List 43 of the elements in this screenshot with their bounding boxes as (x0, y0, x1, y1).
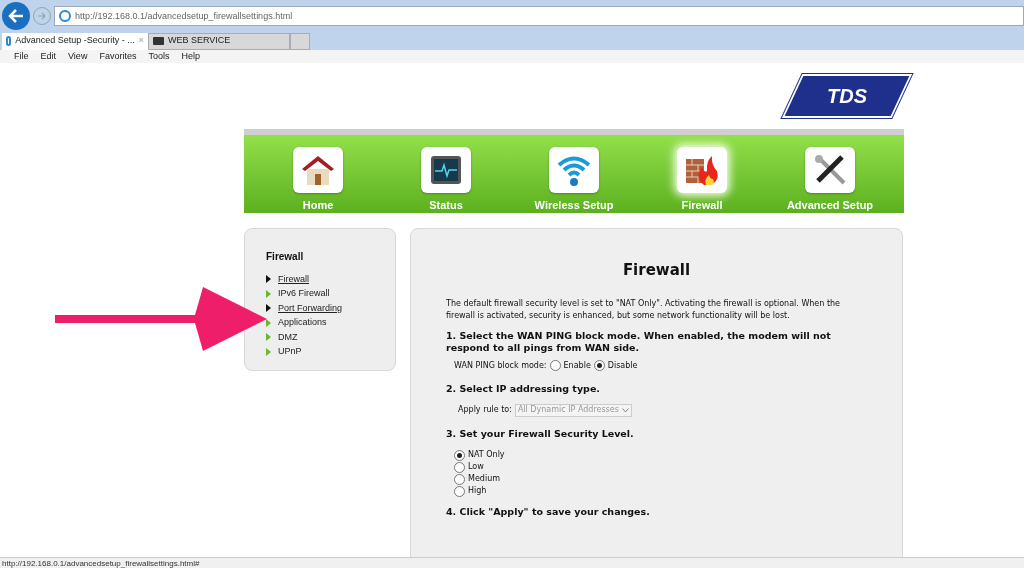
menu-item[interactable]: Edit (40, 50, 57, 62)
apply-label: Apply rule to: (458, 404, 512, 417)
logo: TDS (781, 74, 913, 119)
radio-button[interactable] (454, 473, 465, 485)
radio-label: High (468, 485, 487, 497)
radio-label: Low (468, 461, 484, 473)
radio-button[interactable] (454, 461, 465, 473)
radio-label: Disable (607, 359, 638, 372)
menu-item[interactable]: Tools (148, 50, 170, 62)
sidebar-title: Firewall (266, 250, 305, 264)
camera-icon (153, 37, 164, 46)
step-heading: 4. Click "Apply" to save your changes. (446, 505, 651, 519)
browser-icon (59, 10, 71, 23)
radio-button[interactable] (549, 360, 561, 371)
menu-item[interactable]: View (68, 50, 88, 62)
address-bar[interactable]: http://192.168.0.1/advancedsetup_firewallsettings.html (54, 6, 1024, 27)
back-arrow-icon (8, 9, 24, 24)
radio-label: NAT Only (468, 449, 505, 461)
radio-button[interactable] (454, 485, 465, 497)
status-bar: http://192.168.0.1/advancedsetup_firewallsettings.html# (0, 557, 1024, 568)
ping-label: WAN PING block mode: (454, 359, 547, 372)
chevron-down-icon (621, 407, 629, 413)
intro-text: The default firewall security level is set to "NAT Only". Activating the firewall is optional. When the firewall is activated, security is enhanced, but some network functionality will be lost. (446, 297, 842, 322)
sidebar-link[interactable]: Port Forwarding (266, 301, 395, 316)
radio-button[interactable] (593, 360, 605, 371)
radio-label: Enable (563, 359, 591, 372)
back-button[interactable] (2, 2, 30, 31)
step-heading: 2. Select IP addressing type. (446, 381, 601, 396)
tools-icon (812, 152, 848, 187)
sidebar-link[interactable]: Firewall (266, 272, 395, 287)
page-title: Firewall (621, 260, 692, 281)
browser-icon (6, 36, 12, 47)
sidebar-link[interactable]: IPv6 Firewall (266, 286, 395, 301)
radio-label: Medium (468, 473, 500, 485)
menu-item[interactable]: Favorites (99, 50, 137, 62)
menu-item[interactable]: File (14, 50, 29, 62)
forward-arrow-icon (37, 12, 47, 21)
step-heading: 1. Select the WAN PING block mode. When enabled, the modem will not respond to all pings from WAN side. (446, 329, 832, 354)
sidebar-link[interactable]: DMZ (266, 330, 395, 345)
step-heading: 3. Set your Firewall Security Level. (446, 426, 635, 441)
menu-item[interactable]: Help (181, 50, 200, 62)
radio-button[interactable] (454, 449, 465, 461)
sidebar-link[interactable]: UPnP (266, 344, 395, 359)
